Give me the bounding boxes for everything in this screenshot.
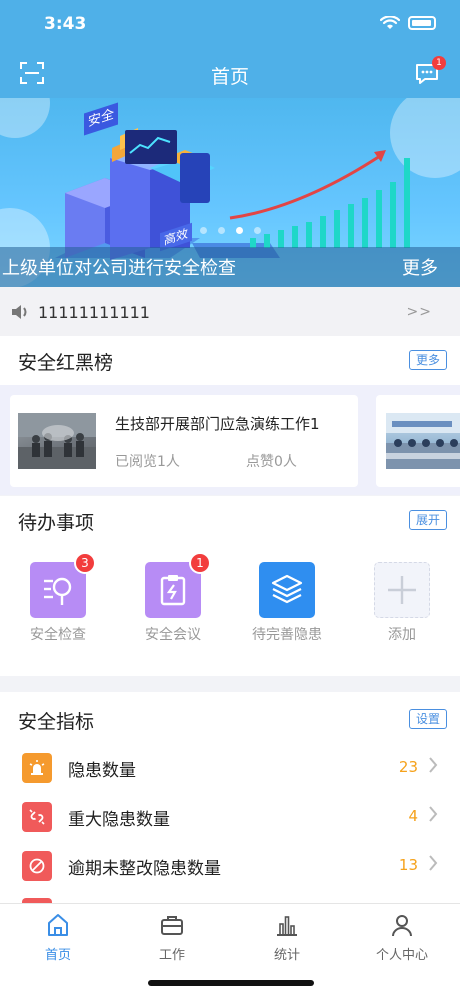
news-thumbnail <box>18 413 96 469</box>
chevron-right-icon <box>429 757 438 773</box>
carousel-dot[interactable] <box>200 227 207 234</box>
speaker-icon <box>12 305 27 319</box>
todo-badge: 1 <box>189 552 211 574</box>
todo-icon-box <box>259 562 315 618</box>
tab-profile[interactable]: 个人中心 <box>357 912 447 963</box>
tab-label: 工作 <box>158 948 185 963</box>
wifi-icon <box>380 16 400 29</box>
notice-bar[interactable]: 11111111111 >> <box>0 288 460 336</box>
todo-label: 安全会议 <box>145 627 201 643</box>
forbidden-icon <box>29 858 45 874</box>
broken-link-icon <box>29 809 45 825</box>
todo-label: 安全检查 <box>30 627 86 643</box>
todo-icon-box: 1 <box>145 552 211 618</box>
metric-label: 逾期未整改隐患数量 <box>68 859 221 879</box>
alarm-icon <box>29 760 45 775</box>
metric-value: 4 <box>408 807 418 825</box>
carousel-dot[interactable] <box>218 227 225 234</box>
banner-caption: 上级单位对公司进行安全检查 更多 <box>0 247 460 287</box>
news-title: 生技部开展部门应急演练工作1 <box>115 415 320 433</box>
chevron-right-icon <box>429 855 438 871</box>
todo-label: 待完善隐患 <box>252 627 322 643</box>
banner-more-link[interactable]: 更多 <box>402 254 438 280</box>
indicators-section: 安全指标 设置 隐患数量 23 重大隐患数量 4 逾期未整改隐患数量 13 <box>0 692 460 903</box>
message-button[interactable]: 1 <box>414 56 446 86</box>
banner-caption-text: 上级单位对公司进行安全检查 <box>2 258 236 279</box>
carousel-dot[interactable] <box>254 227 261 234</box>
news-thumbnail <box>386 413 460 469</box>
news-card[interactable]: 生技部开展部门应急演练工作1 已阅览1人 点赞0人 <box>10 395 358 487</box>
status-time: 3:43 <box>44 14 87 34</box>
carousel-dots <box>200 227 261 234</box>
news-card[interactable] <box>376 395 460 487</box>
home-icon <box>48 914 68 936</box>
todo-badge: 3 <box>74 552 96 574</box>
indicators-settings-button[interactable]: 设置 <box>408 709 447 729</box>
inspection-icon <box>44 577 72 605</box>
banner-carousel[interactable]: 安全 高效 上级单位对公司进行安全检查 更多 <box>0 98 460 287</box>
message-badge: 1 <box>432 56 446 70</box>
todo-label: 添加 <box>388 627 416 643</box>
page-title: 首页 <box>210 66 249 88</box>
metric-value: 13 <box>398 856 418 874</box>
todo-item-hazards[interactable]: 待完善隐患 <box>242 562 332 644</box>
tab-label: 个人中心 <box>375 948 428 963</box>
news-read-count: 已阅览1人 <box>115 454 180 470</box>
metric-label: 隐患数量 <box>68 761 136 781</box>
todo-icon-box <box>374 562 430 618</box>
meeting-icon <box>160 575 186 606</box>
section-title: 安全红黑榜 <box>18 352 114 374</box>
todo-expand-button[interactable]: 展开 <box>408 510 447 530</box>
tab-work[interactable]: 工作 <box>127 912 217 963</box>
honor-more-button[interactable]: 更多 <box>408 350 447 370</box>
metric-icon-box <box>22 851 52 881</box>
safety-sign-text: 安全 <box>87 106 114 131</box>
home-indicator <box>148 980 314 986</box>
carousel-dot-active[interactable] <box>236 227 243 234</box>
metric-value: 23 <box>398 758 418 776</box>
tab-label: 首页 <box>44 948 71 963</box>
honor-board-list: 生技部开展部门应急演练工作1 已阅览1人 点赞0人 <box>0 385 460 495</box>
todo-icon-box: 3 <box>30 552 96 618</box>
metric-icon-box <box>22 753 52 783</box>
honor-board-header: 安全红黑榜 更多 <box>0 336 460 385</box>
todo-item-add[interactable]: 添加 <box>357 562 447 644</box>
news-like-count: 点赞0人 <box>246 454 297 470</box>
todo-item-inspection[interactable]: 3 安全检查 <box>13 552 103 644</box>
metric-row-hazards[interactable]: 隐患数量 23 <box>0 744 460 792</box>
bar-chart-icon <box>277 916 297 936</box>
tab-statistics[interactable]: 统计 <box>242 912 332 963</box>
chevron-right-icon <box>429 806 438 822</box>
metric-row-major-hazards[interactable]: 重大隐患数量 4 <box>0 793 460 841</box>
tab-label: 统计 <box>273 948 300 963</box>
todo-section: 待办事项 展开 3 安全检查 1 安全会议 待完善隐患 添加 <box>0 496 460 676</box>
battery-icon <box>408 16 436 30</box>
section-title: 安全指标 <box>18 711 95 733</box>
notice-text: 11111111111 <box>38 302 150 322</box>
plus-icon <box>388 576 416 604</box>
section-title: 待办事项 <box>18 512 95 534</box>
tab-home[interactable]: 首页 <box>13 912 103 963</box>
layers-icon <box>271 574 303 604</box>
todo-item-meeting[interactable]: 1 安全会议 <box>128 552 218 644</box>
person-icon <box>392 915 412 937</box>
briefcase-icon <box>161 916 183 935</box>
notice-more-link[interactable]: >> <box>407 304 432 320</box>
metric-icon-box <box>22 802 52 832</box>
metric-label: 重大隐患数量 <box>68 810 170 830</box>
top-nav-bar: 3:43 首页 1 <box>0 0 460 98</box>
app-screen: 3:43 首页 1 安全 高效 上级单位对公司进行安全检查 更多 1111111… <box>0 0 460 996</box>
status-icons <box>380 16 436 30</box>
metric-row-overdue-hazards[interactable]: 逾期未整改隐患数量 13 <box>0 842 460 890</box>
